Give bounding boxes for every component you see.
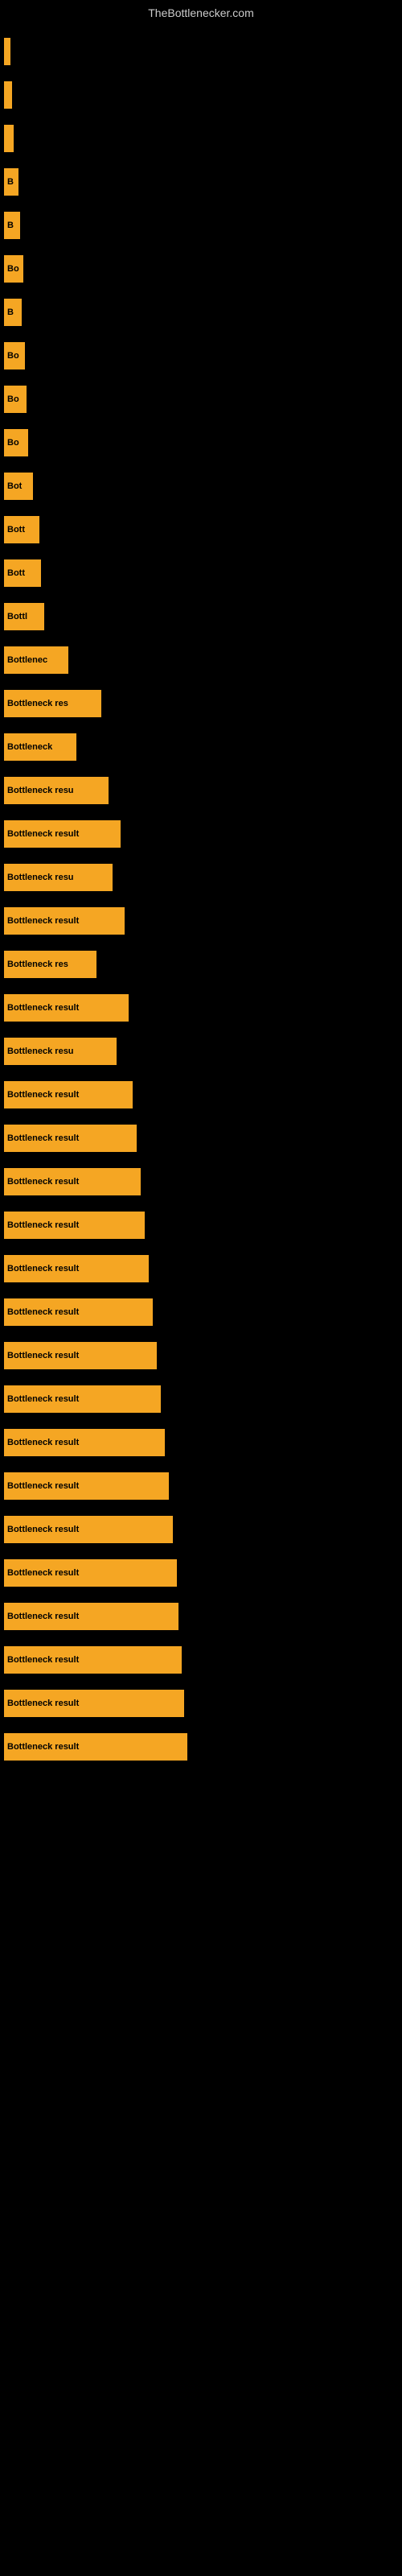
bottleneck-bar xyxy=(4,125,14,152)
bar-row: Bo xyxy=(4,335,398,377)
bar-row: Bottleneck result xyxy=(4,1422,398,1463)
bottleneck-bar: B xyxy=(4,212,20,239)
bar-row: B xyxy=(4,291,398,333)
bar-row: Bott xyxy=(4,509,398,551)
bar-row: Bottleneck result xyxy=(4,1291,398,1333)
bottleneck-bar: Bottleneck result xyxy=(4,1646,182,1674)
bottleneck-bar: Bottleneck result xyxy=(4,1212,145,1239)
bar-row: Bott xyxy=(4,552,398,594)
bar-row: Bottleneck resu xyxy=(4,1030,398,1072)
bottleneck-bar: B xyxy=(4,168,18,196)
bottleneck-bar: Bottleneck result xyxy=(4,1733,187,1761)
bottleneck-bar: Bot xyxy=(4,473,33,500)
bar-row: Bottleneck xyxy=(4,726,398,768)
bottleneck-bar: Bo xyxy=(4,386,27,413)
bar-row: Bottleneck res xyxy=(4,943,398,985)
bottleneck-bar: Bottleneck result xyxy=(4,1168,141,1195)
bottleneck-bar: Bottleneck result xyxy=(4,1429,165,1456)
bottleneck-bar: Bottleneck res xyxy=(4,690,101,717)
bar-row: Bottleneck resu xyxy=(4,770,398,811)
bar-row xyxy=(4,74,398,116)
bar-row: Bottleneck result xyxy=(4,1682,398,1724)
bottleneck-bar: Bottleneck result xyxy=(4,1603,178,1630)
bottleneck-bar: Bottleneck result xyxy=(4,1081,133,1108)
bottleneck-bar: Bottleneck result xyxy=(4,1472,169,1500)
bar-row: Bottleneck result xyxy=(4,1248,398,1290)
bar-row: Bottleneck result xyxy=(4,1378,398,1420)
bar-row: B xyxy=(4,161,398,203)
bar-row: Bo xyxy=(4,248,398,290)
bottleneck-bar: Bottleneck result xyxy=(4,1516,173,1543)
bar-row: Bottleneck result xyxy=(4,813,398,855)
bars-container: BBBoBBoBoBoBotBottBottBottlBottlenecBott… xyxy=(0,23,402,1777)
bottleneck-bar: Bottleneck result xyxy=(4,1125,137,1152)
bottleneck-bar: Bottleneck xyxy=(4,733,76,761)
bar-row: Bottleneck result xyxy=(4,1204,398,1246)
bar-row: Bottl xyxy=(4,596,398,638)
bar-row: Bottleneck result xyxy=(4,1509,398,1550)
bar-row: Bottleneck result xyxy=(4,1596,398,1637)
bottleneck-bar: Bottleneck result xyxy=(4,1255,149,1282)
bar-row: Bottleneck result xyxy=(4,1726,398,1768)
bar-row: Bot xyxy=(4,465,398,507)
bottleneck-bar: Bottleneck result xyxy=(4,1298,153,1326)
bottleneck-bar: Bottleneck res xyxy=(4,951,96,978)
bottleneck-bar: Bott xyxy=(4,559,41,587)
bar-row: Bottleneck result xyxy=(4,900,398,942)
bar-row: Bottleneck result xyxy=(4,1335,398,1377)
bar-row: Bo xyxy=(4,422,398,464)
bottleneck-bar: Bottleneck result xyxy=(4,1342,157,1369)
bar-row: Bottleneck resu xyxy=(4,857,398,898)
bottleneck-bar: Bottleneck result xyxy=(4,1559,177,1587)
bottleneck-bar: Bottlenec xyxy=(4,646,68,674)
bar-row xyxy=(4,118,398,159)
bottleneck-bar xyxy=(4,38,10,65)
bottleneck-bar: Bo xyxy=(4,429,28,456)
bottleneck-bar: Bottl xyxy=(4,603,44,630)
bar-row: Bottleneck result xyxy=(4,1161,398,1203)
bottleneck-bar: Bottleneck result xyxy=(4,820,121,848)
site-title: TheBottlenecker.com xyxy=(0,0,402,23)
bottleneck-bar: Bo xyxy=(4,255,23,283)
bar-row: B xyxy=(4,204,398,246)
bar-row: Bo xyxy=(4,378,398,420)
bar-row: Bottleneck res xyxy=(4,683,398,724)
bar-row: Bottlenec xyxy=(4,639,398,681)
bottleneck-bar: Bottleneck result xyxy=(4,1690,184,1717)
bottleneck-bar: Bo xyxy=(4,342,25,369)
bottleneck-bar: Bottleneck result xyxy=(4,994,129,1022)
bar-row: Bottleneck result xyxy=(4,1552,398,1594)
bottleneck-bar: Bottleneck result xyxy=(4,1385,161,1413)
bar-row: Bottleneck result xyxy=(4,1074,398,1116)
bar-row xyxy=(4,31,398,72)
bottleneck-bar: Bottleneck resu xyxy=(4,1038,117,1065)
bottleneck-bar: B xyxy=(4,299,22,326)
bottleneck-bar: Bottleneck result xyxy=(4,907,125,935)
bottleneck-bar xyxy=(4,81,12,109)
bar-row: Bottleneck result xyxy=(4,1639,398,1681)
bottleneck-bar: Bottleneck resu xyxy=(4,777,109,804)
bottleneck-bar: Bottleneck resu xyxy=(4,864,113,891)
bar-row: Bottleneck result xyxy=(4,987,398,1029)
bar-row: Bottleneck result xyxy=(4,1465,398,1507)
bottleneck-bar: Bott xyxy=(4,516,39,543)
bar-row: Bottleneck result xyxy=(4,1117,398,1159)
